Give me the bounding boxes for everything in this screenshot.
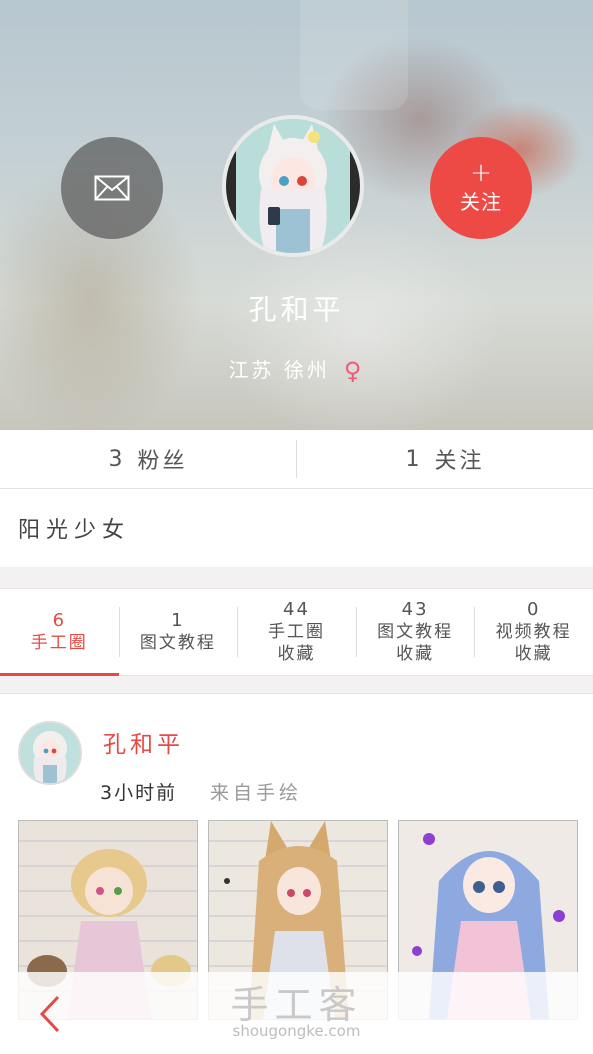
- envelope-icon: [94, 175, 130, 201]
- follow-label: 关注: [460, 189, 502, 214]
- avatar-illustration: [20, 723, 80, 783]
- tab-count: 6: [52, 610, 67, 631]
- post-author-avatar[interactable]: [18, 721, 82, 785]
- tab-video-favorites[interactable]: 0 视频教程 收藏: [474, 589, 593, 675]
- tab-count: 43: [401, 599, 429, 620]
- bottom-bar: 手工客 shougongke.com: [0, 972, 593, 1053]
- profile-name: 孔和平: [248, 293, 345, 326]
- tab-count: 0: [526, 599, 541, 620]
- followers-stat[interactable]: 3 粉丝: [0, 430, 296, 488]
- tab-label: 手工圈: [30, 633, 88, 653]
- tab-label: 图文教程: [139, 633, 216, 653]
- tab-count: 1: [171, 610, 185, 631]
- bio-text: 阳光少女: [18, 518, 131, 543]
- profile-bio: 阳光少女: [0, 489, 593, 567]
- profile-avatar[interactable]: [222, 115, 364, 257]
- profile-header: + 关注 孔和平 江苏 徐州 ♀: [0, 0, 593, 430]
- following-stat[interactable]: 1 关注: [297, 430, 593, 488]
- watermark-title: 手工客: [230, 983, 363, 1027]
- plus-icon: +: [470, 157, 492, 188]
- tab-label-2: 收藏: [396, 644, 435, 664]
- post-source: 来自手绘: [210, 782, 303, 804]
- content-tabs: 6 手工圈 1 图文教程 44 手工圈 收藏 43 图文教程 收藏 0 视频教程…: [0, 588, 593, 676]
- avatar-illustration: [226, 119, 360, 253]
- following-count: 1: [405, 446, 423, 472]
- tab-label: 图文教程: [377, 622, 454, 642]
- followers-count: 3: [108, 446, 126, 472]
- tab-handcraft-circle[interactable]: 6 手工圈: [0, 589, 119, 676]
- stats-bar: 3 粉丝 1 关注: [0, 430, 593, 489]
- profile-location: 江苏 徐州: [228, 358, 330, 382]
- post-author-name[interactable]: 孔和平: [103, 725, 184, 759]
- tab-label-2: 收藏: [277, 644, 316, 664]
- followers-label: 粉丝: [137, 449, 188, 474]
- header-overlay: [300, 0, 408, 110]
- female-icon: ♀: [343, 357, 365, 385]
- tab-label-2: 收藏: [514, 644, 553, 664]
- profile-location-row: 江苏 徐州 ♀: [0, 354, 593, 385]
- watermark-url: shougongke.com: [232, 1022, 361, 1040]
- tab-label: 手工圈: [267, 622, 325, 642]
- following-label: 关注: [434, 449, 485, 474]
- tab-handcraft-favorites[interactable]: 44 手工圈 收藏: [237, 589, 356, 675]
- tab-count: 44: [283, 599, 310, 620]
- tab-tutorials[interactable]: 1 图文教程: [118, 589, 238, 675]
- message-button[interactable]: [61, 137, 163, 239]
- post-timestamp: 3小时前: [100, 782, 178, 804]
- follow-button[interactable]: + 关注: [430, 137, 532, 239]
- tab-tutorial-favorites[interactable]: 43 图文教程 收藏: [355, 589, 475, 675]
- tab-label: 视频教程: [495, 622, 572, 642]
